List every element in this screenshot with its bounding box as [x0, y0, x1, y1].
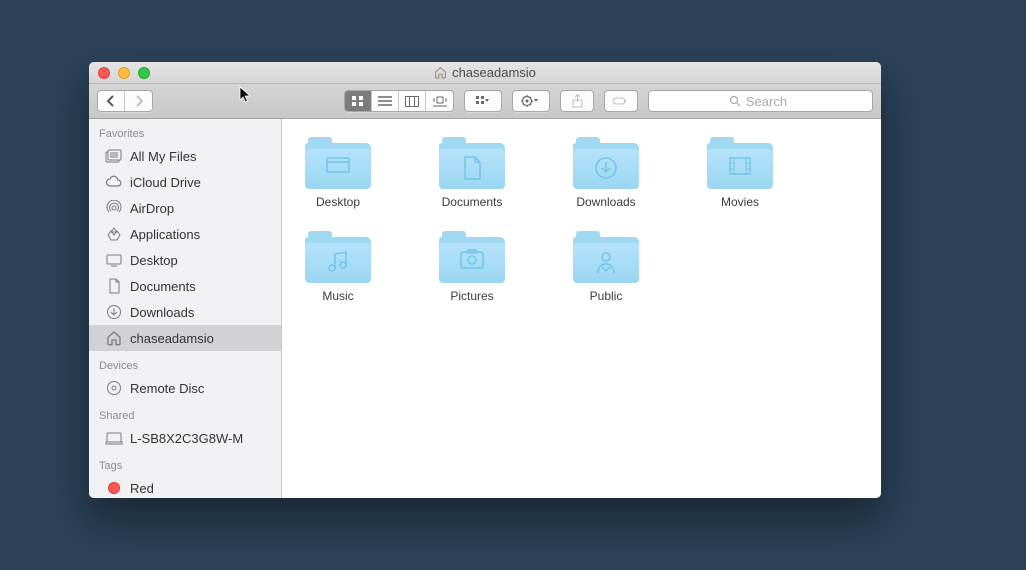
folder-label: Movies	[721, 195, 759, 209]
arrange-button-group	[464, 90, 502, 112]
close-window-button[interactable]	[98, 67, 110, 79]
folder-movies[interactable]: Movies	[696, 137, 784, 209]
home-icon	[434, 66, 447, 79]
sidebar-item-all-my-files[interactable]: All My Files	[89, 143, 281, 169]
folder-downloads[interactable]: Downloads	[562, 137, 650, 209]
column-view-button[interactable]	[399, 91, 426, 111]
zoom-window-button[interactable]	[138, 67, 150, 79]
folder-icon	[439, 137, 505, 189]
action-button[interactable]	[513, 91, 549, 111]
window-body: Favorites All My Files iCloud Drive AirDrop…	[89, 119, 881, 498]
disc-icon	[105, 379, 123, 397]
icon-view-button[interactable]	[345, 91, 372, 111]
sidebar-item-applications[interactable]: Applications	[89, 221, 281, 247]
sidebar-item-label: AirDrop	[130, 201, 174, 216]
sidebar-item-label: iCloud Drive	[130, 175, 201, 190]
arrange-button[interactable]	[465, 91, 501, 111]
computer-icon	[105, 429, 123, 447]
nav-buttons	[97, 90, 153, 112]
search-field[interactable]: Search	[648, 90, 873, 112]
folder-label: Music	[322, 289, 353, 303]
sidebar-item-label: Remote Disc	[130, 381, 204, 396]
folder-grid: Desktop Documents Downloads Movies Music Pict…	[294, 137, 869, 303]
coverflow-view-button[interactable]	[426, 91, 453, 111]
share-button[interactable]	[560, 90, 594, 112]
sidebar-header: Favorites	[89, 125, 281, 143]
sidebar-item-l-sb8x2c3g8w-m[interactable]: L-SB8X2C3G8W-M	[89, 425, 281, 451]
folder-public[interactable]: Public	[562, 231, 650, 303]
tag-red-icon	[105, 479, 123, 497]
sidebar-item-label: Downloads	[130, 305, 194, 320]
folder-icon	[305, 231, 371, 283]
sidebar-header: Tags	[89, 457, 281, 475]
folder-label: Desktop	[316, 195, 360, 209]
content-area[interactable]: Desktop Documents Downloads Movies Music Pict…	[282, 119, 881, 498]
sidebar-item-label: Desktop	[130, 253, 178, 268]
toolbar: Search	[89, 84, 881, 119]
view-mode-buttons	[344, 90, 454, 112]
apps-icon	[105, 225, 123, 243]
folder-icon	[305, 137, 371, 189]
finder-window: chaseadamsio	[89, 62, 881, 498]
sidebar-item-chaseadamsio[interactable]: chaseadamsio	[89, 325, 281, 351]
traffic-lights	[89, 67, 150, 79]
share-icon	[571, 94, 584, 108]
cloud-icon	[105, 173, 123, 191]
folder-label: Downloads	[576, 195, 635, 209]
back-button[interactable]	[98, 91, 125, 111]
sidebar-item-label: Red	[130, 481, 154, 496]
gear-icon	[521, 95, 541, 107]
desktop-icon	[105, 251, 123, 269]
sidebar-header: Devices	[89, 357, 281, 375]
folder-icon	[573, 231, 639, 283]
search-icon	[729, 95, 741, 107]
sidebar-header: Shared	[89, 407, 281, 425]
folder-label: Documents	[442, 195, 503, 209]
sidebar: Favorites All My Files iCloud Drive AirDrop…	[89, 119, 282, 498]
sidebar-item-documents[interactable]: Documents	[89, 273, 281, 299]
sidebar-item-red[interactable]: Red	[89, 475, 281, 498]
sidebar-item-label: L-SB8X2C3G8W-M	[130, 431, 243, 446]
sidebar-item-airdrop[interactable]: AirDrop	[89, 195, 281, 221]
search-placeholder: Search	[746, 94, 787, 109]
window-title: chaseadamsio	[452, 65, 536, 80]
forward-button[interactable]	[125, 91, 152, 111]
sidebar-item-label: chaseadamsio	[130, 331, 214, 346]
sidebar-item-remote-disc[interactable]: Remote Disc	[89, 375, 281, 401]
home-icon	[105, 329, 123, 347]
minimize-window-button[interactable]	[118, 67, 130, 79]
sidebar-item-label: All My Files	[130, 149, 196, 164]
folder-pictures[interactable]: Pictures	[428, 231, 516, 303]
tag-icon	[612, 96, 630, 106]
downloads-icon	[105, 303, 123, 321]
documents-icon	[105, 277, 123, 295]
folder-icon	[707, 137, 773, 189]
sidebar-item-desktop[interactable]: Desktop	[89, 247, 281, 273]
sidebar-item-label: Applications	[130, 227, 200, 242]
folder-label: Pictures	[450, 289, 493, 303]
folder-documents[interactable]: Documents	[428, 137, 516, 209]
window-title-wrap: chaseadamsio	[89, 65, 881, 80]
sidebar-item-label: Documents	[130, 279, 196, 294]
folder-icon	[439, 231, 505, 283]
action-button-group	[512, 90, 550, 112]
titlebar[interactable]: chaseadamsio	[89, 62, 881, 84]
sidebar-item-downloads[interactable]: Downloads	[89, 299, 281, 325]
folder-label: Public	[590, 289, 623, 303]
airdrop-icon	[105, 199, 123, 217]
folder-icon	[573, 137, 639, 189]
all-files-icon	[105, 147, 123, 165]
tags-button[interactable]	[604, 90, 638, 112]
folder-desktop[interactable]: Desktop	[294, 137, 382, 209]
folder-music[interactable]: Music	[294, 231, 382, 303]
list-view-button[interactable]	[372, 91, 399, 111]
sidebar-item-icloud-drive[interactable]: iCloud Drive	[89, 169, 281, 195]
